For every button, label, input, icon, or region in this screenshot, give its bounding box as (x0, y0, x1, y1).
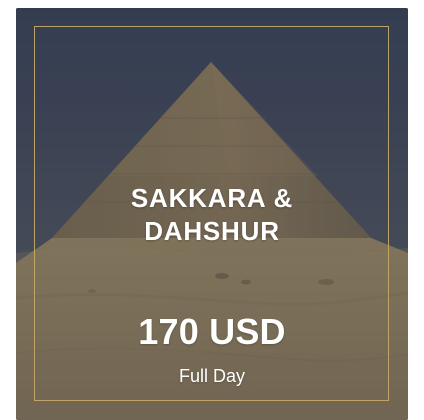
tour-card[interactable]: SAKKARA & DAHSHUR 170 USD Full Day (16, 8, 408, 420)
tour-title-line-2: DAHSHUR (144, 216, 280, 246)
tour-duration: Full Day (178, 366, 245, 386)
tour-title: SAKKARA & DAHSHUR (16, 182, 408, 248)
tour-title-line-1: SAKKARA & (130, 183, 294, 213)
tour-price: 170 USD (138, 311, 286, 352)
